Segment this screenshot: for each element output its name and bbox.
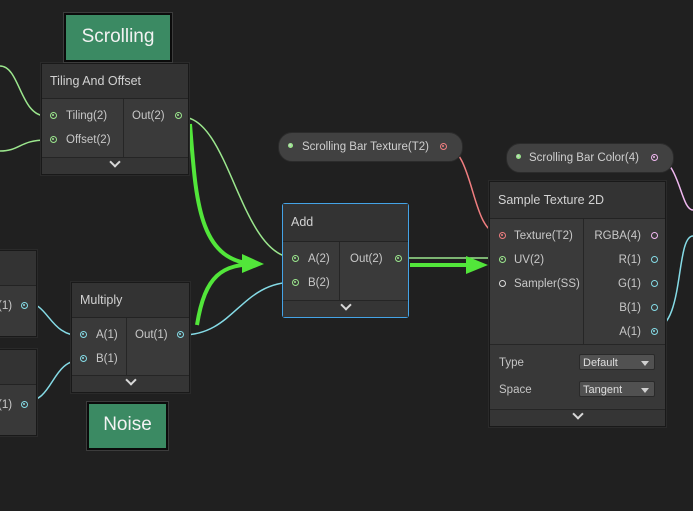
type-label: Type <box>499 357 524 369</box>
sample-texture-2d-node[interactable]: Sample Texture 2D Texture(T2) UV(2) Samp… <box>489 181 666 427</box>
port-out[interactable]: (1) <box>0 294 36 318</box>
port-dot-icon[interactable] <box>651 256 658 263</box>
multiply-node[interactable]: Multiply A(1) B(1) Out(1) <box>71 282 190 393</box>
port-out[interactable]: (1) <box>0 393 36 417</box>
port-a[interactable]: A(1) <box>72 323 126 347</box>
port-dot-icon[interactable] <box>651 232 658 239</box>
port-dot-icon[interactable] <box>651 154 658 161</box>
port-sampler[interactable]: Sampler(SS) <box>490 272 583 296</box>
wire-tiling-in <box>0 65 47 117</box>
port-rgba[interactable]: RGBA(4) <box>584 224 665 248</box>
port-dot-icon[interactable] <box>499 232 506 239</box>
port-texture[interactable]: Texture(T2) <box>490 224 583 248</box>
port-r[interactable]: R(1) <box>584 248 665 272</box>
space-dropdown[interactable]: Tangent <box>579 381 655 397</box>
port-g[interactable]: G(1) <box>584 272 665 296</box>
port-dot-icon[interactable] <box>21 302 28 309</box>
noise-label: Noise <box>87 402 168 450</box>
expand-toggle[interactable] <box>42 156 188 174</box>
port-dot-icon[interactable] <box>80 355 87 362</box>
node-title[interactable]: Sample Texture 2D <box>490 182 665 219</box>
scrolling-bar-color-property[interactable]: Scrolling Bar Color(4) <box>506 143 674 173</box>
expand-toggle[interactable] <box>490 408 665 426</box>
node-title[interactable]: Tiling And Offset <box>42 64 188 99</box>
dropdown-arrow-icon <box>641 361 649 366</box>
port-dot-icon[interactable] <box>292 255 299 262</box>
port-out[interactable]: Out(2) <box>340 247 408 271</box>
expand-toggle[interactable] <box>283 299 408 317</box>
scrolling-label: Scrolling <box>64 13 172 62</box>
port-dot-icon[interactable] <box>50 112 57 119</box>
space-label: Space <box>499 384 532 396</box>
port-dot-icon[interactable] <box>499 256 506 263</box>
port-dot-icon[interactable] <box>651 304 658 311</box>
port-dot-icon[interactable] <box>50 136 57 143</box>
port-b[interactable]: B(1) <box>72 347 126 371</box>
port-dot-icon[interactable] <box>651 328 658 335</box>
scrolling-bar-texture-property[interactable]: Scrolling Bar Texture(T2) <box>278 132 463 162</box>
port-dot-icon[interactable] <box>440 143 447 150</box>
port-out[interactable]: Out(2) <box>124 104 188 128</box>
dropdown-arrow-icon <box>641 388 649 393</box>
wire-offset-in <box>0 139 47 152</box>
port-tiling[interactable]: Tiling(2) <box>42 104 123 128</box>
port-dot-icon[interactable] <box>175 112 182 119</box>
port-dot-icon[interactable] <box>21 401 28 408</box>
port-dot-icon <box>288 143 293 148</box>
port-dot-icon <box>516 154 521 159</box>
node-title[interactable]: Add <box>283 204 408 242</box>
port-b[interactable]: B(2) <box>283 271 339 295</box>
tiling-and-offset-node[interactable]: Tiling And Offset Tiling(2) Offset(2) Ou… <box>41 63 189 175</box>
type-row: Type Default <box>490 350 665 377</box>
port-dot-icon[interactable] <box>292 279 299 286</box>
chevron-down-icon[interactable] <box>339 299 352 311</box>
chevron-down-icon[interactable] <box>109 156 121 168</box>
port-dot-icon[interactable] <box>177 331 184 338</box>
port-dot-icon[interactable] <box>651 280 658 287</box>
partial-node-top[interactable]: (1) <box>0 250 37 337</box>
port-uv[interactable]: UV(2) <box>490 248 583 272</box>
highlight-arrow-multiply <box>195 262 259 326</box>
settings-panel: Type Default Space Tangent <box>490 344 665 408</box>
chevron-down-icon[interactable] <box>124 374 137 386</box>
space-row: Space Tangent <box>490 377 665 404</box>
chevron-down-icon[interactable] <box>571 408 584 420</box>
add-node[interactable]: Add A(2) B(2) Out(2) <box>282 203 409 318</box>
port-dot-icon[interactable] <box>395 255 402 262</box>
port-offset[interactable]: Offset(2) <box>42 128 123 152</box>
port-a[interactable]: A(2) <box>283 247 339 271</box>
port-b[interactable]: B(1) <box>584 296 665 320</box>
port-out[interactable]: Out(1) <box>127 323 189 347</box>
partial-node-bottom[interactable]: (1) <box>0 349 37 436</box>
arrow-icon <box>242 254 264 273</box>
port-dot-icon[interactable] <box>499 280 506 287</box>
highlight-arrow-tiling <box>188 123 259 266</box>
port-a[interactable]: A(1) <box>584 320 665 344</box>
type-dropdown[interactable]: Default <box>579 354 655 370</box>
expand-toggle[interactable] <box>72 374 189 392</box>
node-title[interactable]: Multiply <box>72 283 189 318</box>
port-dot-icon[interactable] <box>80 331 87 338</box>
wire-tiling-to-add <box>181 116 296 259</box>
